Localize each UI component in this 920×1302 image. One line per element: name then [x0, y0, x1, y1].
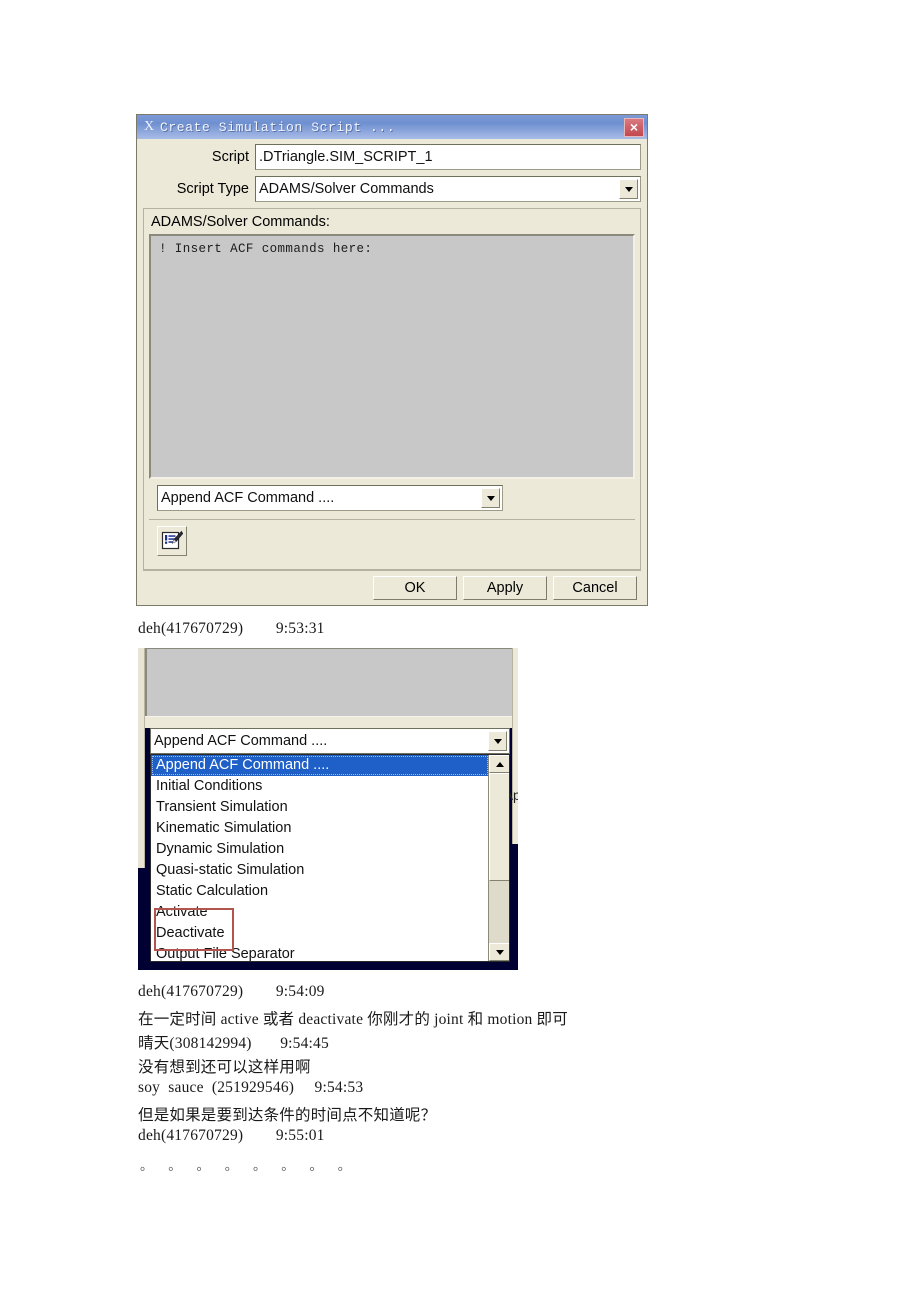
panel-separator — [145, 716, 518, 728]
scroll-up-button[interactable] — [489, 755, 509, 773]
chat-entry-4-header: soy sauce (251929546) 9:54:53 — [138, 1079, 364, 1096]
dialog-button-row: OK Apply Cancel — [143, 570, 641, 605]
list-item[interactable]: Static Calculation — [151, 881, 489, 902]
dialog-titlebar[interactable]: X Create Simulation Script ... × — [137, 115, 647, 139]
dialog-body: Script .DTriangle.SIM_SCRIPT_1 Script Ty… — [137, 139, 647, 605]
script-type-field-row: Script Type ADAMS/Solver Commands — [143, 176, 641, 202]
list-item[interactable]: Initial Conditions — [151, 776, 489, 797]
listbox-items: Append ACF Command .... Initial Conditio… — [151, 755, 489, 961]
list-item[interactable]: Deactivate — [151, 923, 489, 944]
arrow-down-glyph — [493, 738, 502, 744]
listbox-scrollbar[interactable] — [488, 755, 509, 961]
arrow-down-glyph — [486, 495, 495, 501]
system-menu-icon[interactable]: X — [141, 119, 157, 135]
arrow-down-glyph — [624, 186, 633, 192]
list-item[interactable]: Dynamic Simulation — [151, 839, 489, 860]
list-item[interactable]: Output File Separator — [151, 944, 489, 961]
dropdown-screenshot: Ap Append ACF Command .... Append ACF Co… — [138, 648, 518, 970]
append-acf-command-value: Append ACF Command .... — [154, 733, 328, 749]
arrow-up-glyph — [495, 761, 504, 767]
list-item[interactable]: Quasi-static Simulation — [151, 860, 489, 881]
acf-commands-textarea[interactable]: ! Insert ACF commands here: — [149, 234, 635, 479]
scrollbar-thumb[interactable] — [489, 773, 509, 881]
chat-entry-3-header: 晴天(308142994) 9:54:45 — [138, 1035, 329, 1052]
script-type-label: Script Type — [176, 181, 249, 197]
append-acf-command-select[interactable]: Append ACF Command .... — [157, 485, 503, 511]
create-simulation-script-dialog: X Create Simulation Script ... × Script … — [136, 114, 648, 606]
chat-entry-5-message-dots: 。 。 。 。 。 。 。 。 — [140, 1158, 357, 1173]
solver-commands-label: ADAMS/Solver Commands: — [151, 214, 330, 230]
list-item[interactable]: Kinematic Simulation — [151, 818, 489, 839]
list-item[interactable]: Transient Simulation — [151, 797, 489, 818]
chevron-down-icon[interactable] — [481, 488, 500, 508]
pen-edit-icon — [161, 530, 183, 550]
append-combo-wrap: Append ACF Command .... — [149, 479, 635, 511]
dialog-left-edge — [138, 648, 145, 868]
page-root: X Create Simulation Script ... × Script … — [0, 0, 920, 1302]
chat-entry-5-header: deh(417670729) 9:55:01 — [138, 1127, 325, 1144]
solver-commands-group: ADAMS/Solver Commands: ! Insert ACF comm… — [143, 208, 641, 570]
script-type-select[interactable]: ADAMS/Solver Commands — [255, 176, 641, 202]
close-icon[interactable]: × — [624, 117, 644, 137]
cancel-button[interactable]: Cancel — [553, 576, 637, 600]
chat-entry-2-message: 在一定时间 active 或者 deactivate 你刚才的 joint 和 … — [138, 1011, 568, 1028]
chat-entry-2-header: deh(417670729) 9:54:09 — [138, 983, 325, 1000]
acf-commands-textarea-partial[interactable] — [145, 648, 518, 716]
script-label: Script — [211, 149, 249, 165]
apply-button[interactable]: Apply — [463, 576, 547, 600]
toolbar-row — [149, 519, 635, 563]
ghost-panel-right — [512, 648, 518, 844]
scroll-down-button[interactable] — [489, 943, 509, 961]
append-acf-command-listbox[interactable]: Append ACF Command .... Initial Conditio… — [150, 754, 510, 962]
chevron-down-icon[interactable] — [488, 731, 507, 751]
chat-entry-4-message: 但是如果是要到达条件的时间点不知道呢？ — [138, 1107, 437, 1124]
append-acf-command-value: Append ACF Command .... — [161, 490, 335, 506]
dialog-title: Create Simulation Script ... — [160, 119, 396, 135]
script-type-value: ADAMS/Solver Commands — [259, 181, 434, 197]
arrow-down-glyph — [495, 949, 504, 955]
ok-button[interactable]: OK — [373, 576, 457, 600]
list-item[interactable]: Activate — [151, 902, 489, 923]
chevron-down-icon[interactable] — [619, 179, 638, 199]
append-acf-command-select-open[interactable]: Append ACF Command .... — [150, 728, 510, 754]
list-item[interactable]: Append ACF Command .... — [151, 755, 489, 776]
chat-entry-1-header: deh(417670729) 9:53:31 — [138, 620, 325, 637]
script-input[interactable]: .DTriangle.SIM_SCRIPT_1 — [255, 144, 641, 170]
chat-entry-3-message: 没有想到还可以这样用啊 — [138, 1059, 311, 1076]
script-field-row: Script .DTriangle.SIM_SCRIPT_1 — [143, 144, 641, 170]
edit-script-button[interactable] — [157, 526, 187, 556]
